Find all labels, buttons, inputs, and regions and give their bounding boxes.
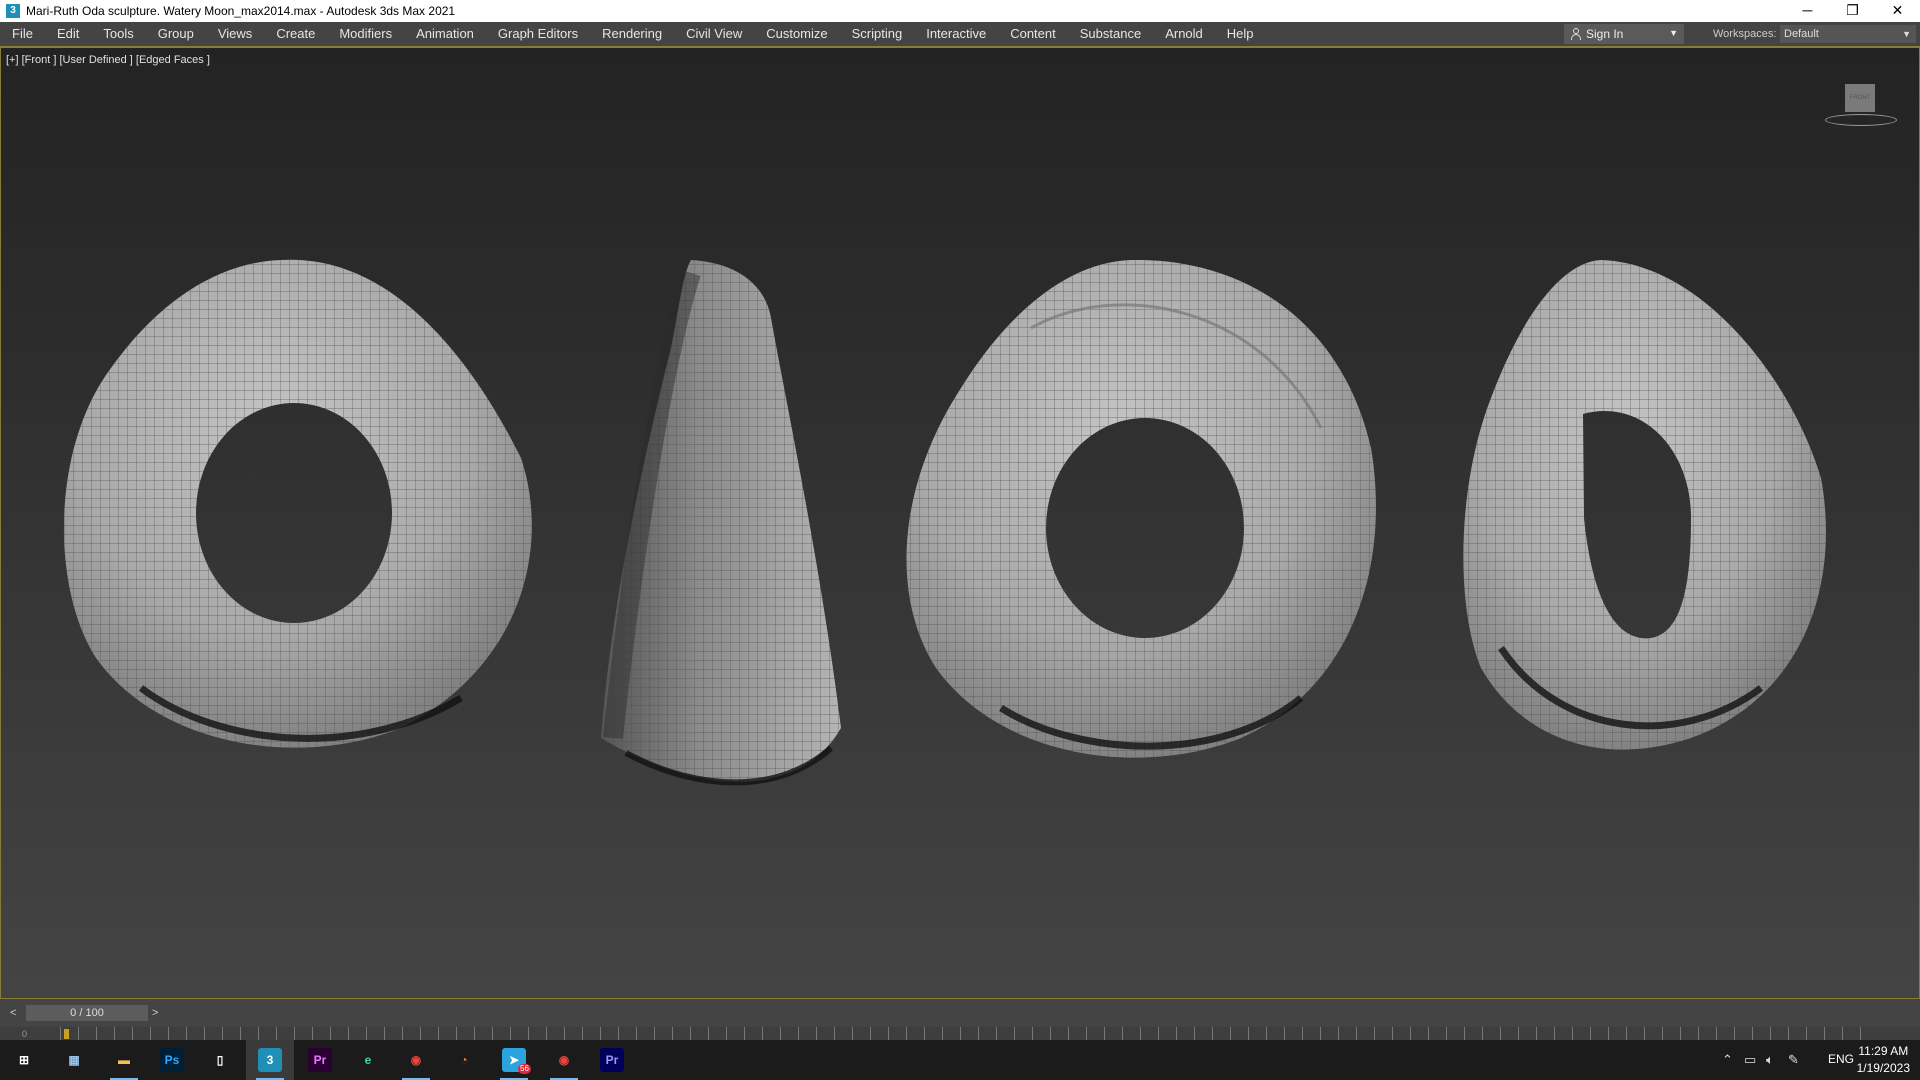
sculpture-meshes (63, 259, 1826, 786)
next-frame-button[interactable]: > (152, 1006, 166, 1020)
telegram-badge: 56 (518, 1064, 531, 1074)
premiere-2-icon: Pr (600, 1048, 624, 1072)
taskbar-chrome[interactable]: ◉ (392, 1040, 440, 1080)
taskbar-edge[interactable]: e (344, 1040, 392, 1080)
clock-time: 11:29 AM (1858, 1044, 1909, 1058)
taskbar-premiere-2[interactable]: Pr (588, 1040, 636, 1080)
menu-items: File Edit Tools Group Views Create Modifiers An… (0, 22, 1266, 46)
menu-file[interactable]: File (0, 22, 45, 46)
viewcube-front-face[interactable]: FRONT (1845, 84, 1875, 112)
menu-graph-editors[interactable]: Graph Editors (486, 22, 590, 46)
menu-animation[interactable]: Animation (404, 22, 486, 46)
menu-views[interactable]: Views (206, 22, 264, 46)
viewcube[interactable]: FRONT (1821, 84, 1901, 134)
taskbar-start[interactable]: ⊞ (0, 1040, 48, 1080)
menu-create[interactable]: Create (264, 22, 327, 46)
pen-icon[interactable]: ✎ (1788, 1052, 1799, 1068)
taskbar-premiere[interactable]: Pr (296, 1040, 344, 1080)
menu-interactive[interactable]: Interactive (914, 22, 998, 46)
start-icon: ⊞ (18, 1053, 30, 1067)
time-slider-bar: < 0 / 100 > (0, 999, 1920, 1027)
edge-icon: e (364, 1053, 372, 1067)
premiere-icon: Pr (308, 1048, 332, 1072)
menu-substance[interactable]: Substance (1068, 22, 1153, 46)
sign-in-label: Sign In (1586, 27, 1624, 41)
sign-in-dropdown[interactable]: Sign In ▼ (1564, 24, 1684, 44)
chevron-down-icon: ▼ (1669, 28, 1678, 38)
taskbar-file-explorer[interactable]: ▬ (100, 1040, 148, 1080)
menu-modifiers[interactable]: Modifiers (327, 22, 404, 46)
menu-edit[interactable]: Edit (45, 22, 91, 46)
window-title: Mari-Ruth Oda sculpture. Watery Moon_max… (26, 4, 456, 18)
restore-button[interactable]: ❐ (1830, 0, 1875, 22)
windows-taskbar: ⊞ ▦ ▬ Ps ▯ 3 Pr e ◉ ◔ ➤ 56 ◉ Pr ⌃ ▭ 🔈︎ ✎ ENG 11:29 AM… (0, 1040, 1920, 1080)
language-indicator[interactable]: ENG (1828, 1052, 1854, 1066)
title-bar: 3 Mari-Ruth Oda sculpture. Watery Moon_m… (0, 0, 1920, 22)
system-tray: ⌃ ▭ 🔈︎ ✎ ENG 11:29 AM 1/19/2023 (1680, 1040, 1920, 1080)
viewport-label[interactable]: [+] [Front ] [User Defined ] [Edged Face… (6, 54, 210, 66)
menu-customize[interactable]: Customize (754, 22, 839, 46)
workspaces-dropdown[interactable]: Default ▼ (1780, 25, 1916, 43)
taskbar-notepad[interactable]: ▯ (196, 1040, 244, 1080)
chrome-icon: ◉ (410, 1053, 422, 1067)
minimize-button[interactable]: ─ (1785, 0, 1830, 22)
taskbar-blender[interactable]: ◔ (440, 1040, 488, 1080)
sculpture-1-front[interactable] (63, 259, 532, 748)
workspaces-label: Workspaces: (1713, 28, 1777, 40)
chevron-down-icon: ▼ (1902, 29, 1911, 39)
window-controls: ─ ❐ ✕ (1785, 0, 1920, 22)
clock-date: 1/19/2023 (1856, 1061, 1910, 1075)
track-bar[interactable]: 0 (0, 1027, 1920, 1040)
sculpture-2-side[interactable] (601, 260, 841, 786)
menu-content[interactable]: Content (998, 22, 1068, 46)
photoshop-icon: Ps (160, 1048, 184, 1072)
notepad-icon: ▯ (216, 1053, 224, 1067)
menu-scripting[interactable]: Scripting (840, 22, 915, 46)
current-frame-marker[interactable] (64, 1029, 69, 1039)
volume-icon[interactable]: 🔈︎ (1766, 1052, 1774, 1068)
taskbar-chrome-2[interactable]: ◉ (540, 1040, 588, 1080)
menu-arnold[interactable]: Arnold (1153, 22, 1215, 46)
menu-tools[interactable]: Tools (91, 22, 145, 46)
user-icon (1570, 28, 1582, 40)
close-button[interactable]: ✕ (1875, 0, 1920, 22)
track-bar-frame-label: 0 (22, 1029, 28, 1039)
sculpture-3-front[interactable] (906, 259, 1376, 758)
file-explorer-icon: ▬ (118, 1053, 130, 1067)
3ds-max-app-icon: 3 (6, 4, 20, 18)
track-bar-ticks (60, 1027, 1870, 1040)
taskbar-photoshop[interactable]: Ps (148, 1040, 196, 1080)
calculator-icon: ▦ (68, 1053, 80, 1067)
menu-group[interactable]: Group (146, 22, 206, 46)
chevron-up-icon[interactable]: ⌃ (1722, 1052, 1733, 1068)
taskbar-telegram[interactable]: ➤ 56 (490, 1040, 538, 1080)
sculpture-4-three-quarter[interactable] (1463, 260, 1826, 750)
battery-icon[interactable]: ▭ (1744, 1052, 1756, 1068)
previous-frame-button[interactable]: < (10, 1006, 24, 1020)
menu-bar: File Edit Tools Group Views Create Modifiers An… (0, 22, 1920, 47)
blender-icon: ◔ (460, 1053, 468, 1067)
viewcube-compass-ring[interactable] (1825, 114, 1897, 126)
clock[interactable]: 11:29 AM 1/19/2023 (1857, 1043, 1910, 1077)
chrome-2-icon: ◉ (558, 1053, 570, 1067)
workspace-value: Default (1784, 28, 1819, 40)
front-viewport[interactable]: [+] [Front ] [User Defined ] [Edged Face… (0, 47, 1920, 999)
menu-help[interactable]: Help (1215, 22, 1266, 46)
time-slider[interactable]: 0 / 100 (26, 1005, 148, 1021)
3ds-max-icon: 3 (258, 1048, 282, 1072)
menu-rendering[interactable]: Rendering (590, 22, 674, 46)
taskbar-3ds-max[interactable]: 3 (246, 1040, 294, 1080)
taskbar-calculator[interactable]: ▦ (50, 1040, 98, 1080)
menu-civil-view[interactable]: Civil View (674, 22, 754, 46)
